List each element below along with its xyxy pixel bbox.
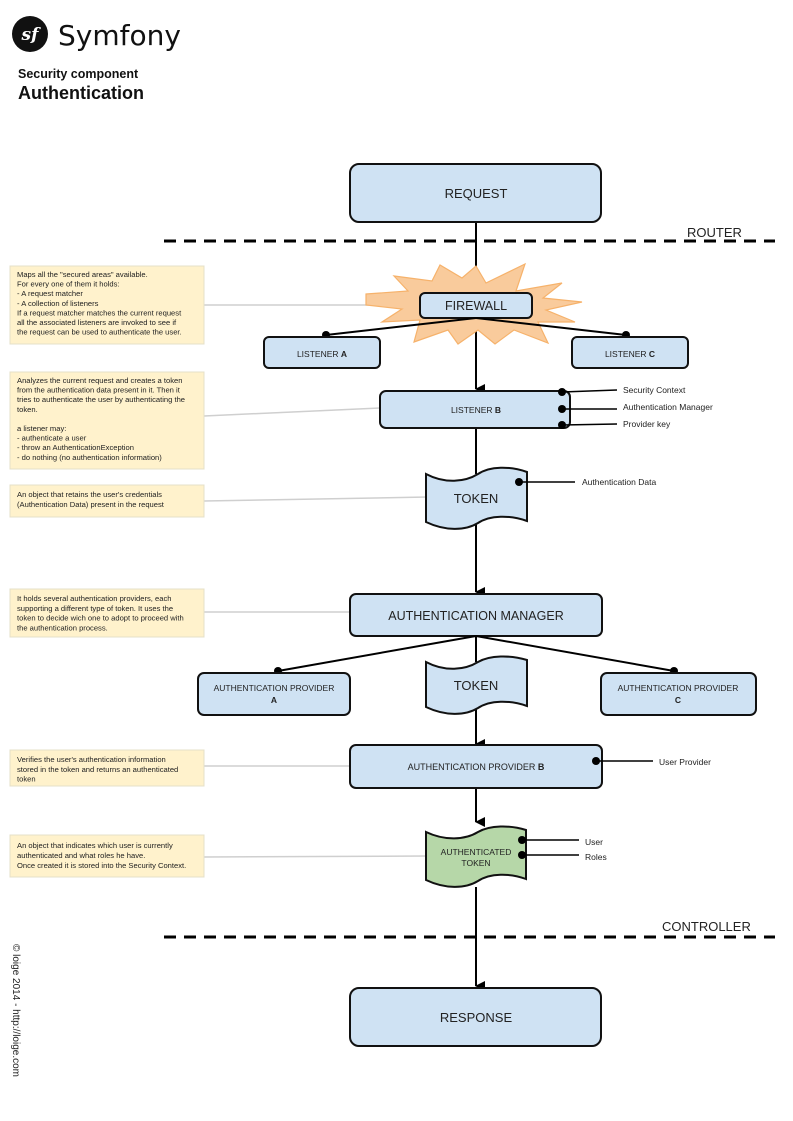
brand-name: Symfony (58, 19, 181, 52)
user-dot (518, 836, 526, 844)
provider-b-letter: B (538, 762, 545, 772)
listener-b-letter: B (495, 405, 501, 415)
note-listener-line: - authenticate a user (17, 434, 87, 443)
request-label: REQUEST (445, 186, 508, 201)
authentication-manager-label: AUTHENTICATION MANAGER (388, 609, 563, 623)
listener-c-label: LISTENER (605, 349, 649, 359)
security-context-dot (558, 388, 566, 396)
note-firewall-line: For every one of them it holds: (17, 280, 120, 289)
token2-label: TOKEN (454, 678, 499, 693)
authenticated-token-node: AUTHENTICATED TOKEN (425, 825, 527, 888)
note-provider-line: stored in the token and returns an authe… (17, 765, 178, 774)
listener-c-node: LISTENER C (571, 336, 689, 369)
provider-a-letter: A (271, 695, 277, 705)
page-title: Authentication (18, 83, 144, 103)
symfony-logo: sf Symfony (12, 16, 181, 52)
listener-a-node: LISTENER A (263, 336, 381, 369)
svg-text:AUTHENTICATION PROVIDER B: AUTHENTICATION PROVIDER B (408, 762, 545, 772)
roles-label: Roles (585, 852, 607, 862)
note-manager: It holds several authentication provider… (9, 588, 205, 638)
note-listener-line: a listener may: (17, 424, 66, 433)
firewall-node: FIREWALL (419, 292, 533, 319)
authentication-data-dot (515, 478, 523, 486)
request-node: REQUEST (349, 163, 602, 223)
response-node: RESPONSE (349, 987, 602, 1047)
svg-text:An object that retains the use: An object that retains the user's creden… (17, 490, 165, 509)
listener-c-letter: C (649, 349, 655, 359)
note-auth-token: An object that indicates which user is c… (9, 834, 205, 878)
note-listener-line: token. (17, 405, 38, 414)
auth-token-dependencies (522, 839, 579, 856)
note-firewall-line: If a request matcher matches the current… (17, 308, 182, 317)
note-manager-line: token to decide wich one to adopt to pro… (17, 614, 184, 623)
authenticated-token-label-2: TOKEN (461, 858, 490, 868)
security-context-label: Security Context (623, 385, 686, 395)
note-listener: Analyzes the current request and creates… (9, 371, 205, 470)
note-firewall-line: Maps all the "secured areas" available. (17, 270, 148, 279)
authentication-manager-node: AUTHENTICATION MANAGER (349, 593, 603, 637)
listener-a-letter: A (341, 349, 347, 359)
note-listener-line: tries to authenticate the user by authen… (17, 395, 185, 404)
router-label: ROUTER (687, 225, 742, 240)
listener-b-node: LISTENER B (379, 390, 571, 429)
note-provider-line: token (17, 775, 36, 784)
note-token-line: An object that retains the user's creden… (17, 490, 162, 499)
provider-c-label: AUTHENTICATION PROVIDER (618, 683, 739, 693)
note-manager-line: the authentication process. (17, 623, 108, 632)
note-auth-token-line: Once created it is stored into the Secur… (17, 861, 186, 870)
note-provider: Verifies the user's authentication infor… (9, 749, 205, 787)
note-firewall-line: - A collection of listeners (17, 299, 99, 308)
note-token-line: (Authentication Data) present in the req… (17, 500, 165, 509)
note-listener-line: Analyzes the current request and creates… (17, 376, 182, 385)
authenticated-token-label-1: AUTHENTICATED (441, 847, 512, 857)
note-manager-line: It holds several authentication provider… (17, 594, 172, 603)
note-manager-line: supporting a different type of token. It… (17, 604, 173, 613)
user-provider-dot (592, 757, 600, 765)
svg-text:LISTENER A: LISTENER A (297, 349, 347, 359)
note-listener-line: - do nothing (no authentication informat… (17, 453, 162, 462)
provider-b-node: AUTHENTICATION PROVIDER B (349, 744, 603, 789)
svg-text:LISTENER C: LISTENER C (605, 349, 655, 359)
provider-key-label: Provider key (623, 419, 671, 429)
user-provider-label: User Provider (659, 757, 711, 767)
note-listener-line: - throw an AuthenticationException (17, 443, 134, 452)
response-label: RESPONSE (440, 1010, 513, 1025)
token-label: TOKEN (454, 491, 499, 506)
note-firewall-line: - A request matcher (17, 289, 83, 298)
authentication-manager-label: Authentication Manager (623, 402, 713, 412)
provider-c-node: AUTHENTICATION PROVIDER C (600, 672, 757, 716)
logo-glyph: sf (21, 25, 42, 45)
listener-b-label: LISTENER (451, 405, 495, 415)
note-firewall: Maps all the "secured areas" available. F… (9, 265, 205, 345)
note-token: An object that retains the user's creden… (9, 484, 205, 518)
provider-c-letter: C (675, 695, 681, 705)
copyright: © loige 2014 - http://loige.com (10, 944, 21, 1077)
token-node: TOKEN (425, 466, 528, 530)
provider-a-node: AUTHENTICATION PROVIDER A (197, 672, 351, 716)
note-auth-token-line: An object that indicates which user is c… (17, 841, 173, 850)
note-firewall-line: all the associated listeners are invoked… (17, 318, 177, 327)
svg-text:LISTENER B: LISTENER B (451, 405, 501, 415)
note-listener-line: from the authentication data present in … (17, 386, 181, 395)
subtitle: Security component (18, 67, 139, 81)
user-label: User (585, 837, 603, 847)
note-firewall-line: the request can be used to authenticate … (17, 328, 182, 337)
provider-key-dot (558, 421, 566, 429)
authentication-diagram: sf Symfony Security component Authentica… (9, 16, 775, 1077)
provider-a-label: AUTHENTICATION PROVIDER (214, 683, 335, 693)
listener-a-label: LISTENER (297, 349, 341, 359)
provider-b-label: AUTHENTICATION PROVIDER (408, 762, 538, 772)
roles-dot (518, 851, 526, 859)
authentication-manager-dot (558, 405, 566, 413)
token-node-2: TOKEN (425, 655, 528, 715)
controller-label: CONTROLLER (662, 919, 751, 934)
firewall-label: FIREWALL (445, 299, 507, 313)
note-provider-line: Verifies the user's authentication infor… (17, 755, 166, 764)
note-auth-token-line: authenticated and what roles he have. (17, 851, 145, 860)
authentication-data-label: Authentication Data (582, 477, 656, 487)
